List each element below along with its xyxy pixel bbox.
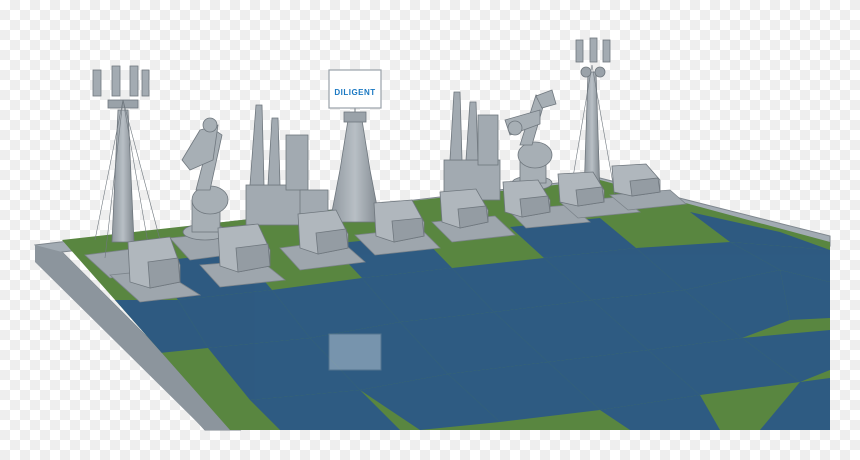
chess-board-scene: DILIGENT (33, 37, 831, 431)
product-image: DILIGENT (0, 0, 860, 460)
robot-arm-icon (181, 117, 229, 241)
cell-tower-icon (92, 65, 161, 259)
factory-icon (245, 104, 329, 226)
billboard-reflection (328, 333, 382, 371)
billboard-icon: DILIGENT (328, 69, 382, 223)
robot-arm-icon (504, 89, 557, 191)
van-icon (611, 163, 661, 197)
cell-tower-icon (569, 37, 616, 196)
factory-icon (443, 91, 501, 201)
van-icon (127, 236, 181, 289)
billboard-sign-text: DILIGENT (334, 88, 375, 97)
